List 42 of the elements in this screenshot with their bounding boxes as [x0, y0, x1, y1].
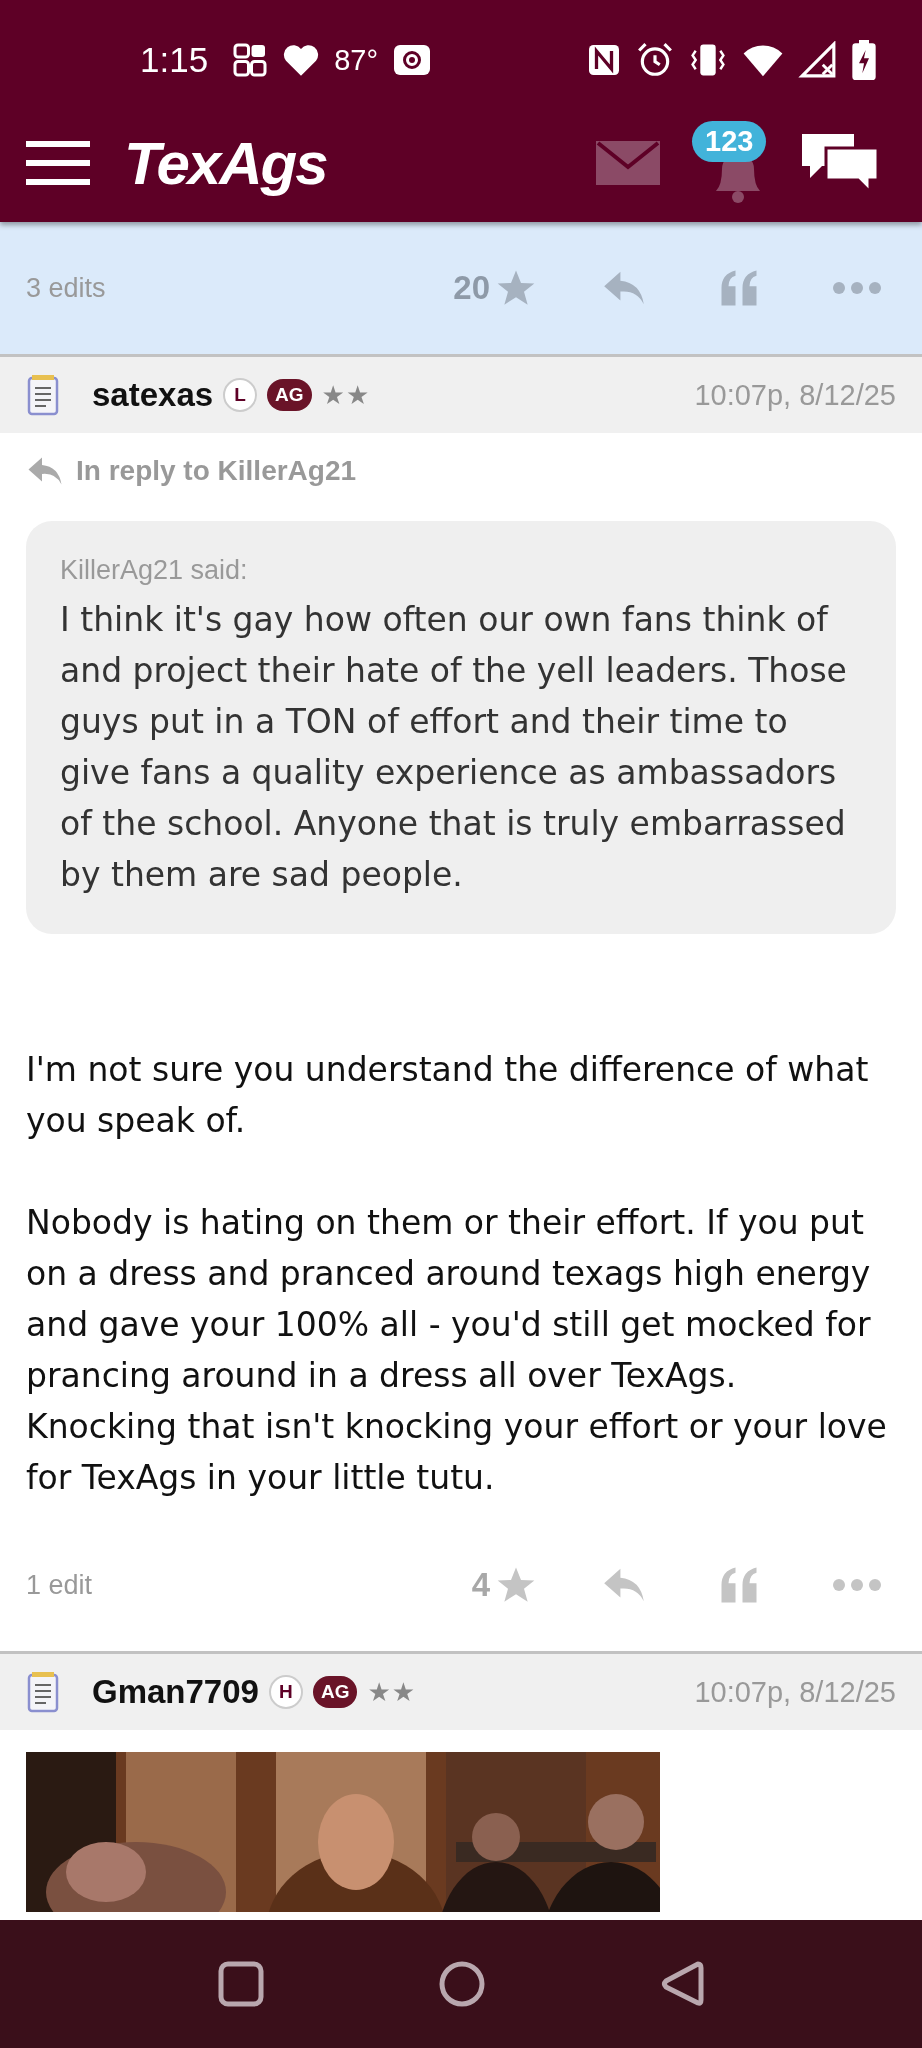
temperature: 87° [334, 43, 378, 77]
post-time: 10:07p, 8/12/25 [694, 1675, 896, 1709]
notepad-icon [26, 1671, 60, 1713]
school-badge: AG [267, 379, 312, 411]
edit-count[interactable]: 1 edit [26, 1569, 93, 1601]
reply-icon [26, 456, 64, 486]
more-icon[interactable] [832, 281, 882, 295]
site-logo[interactable]: TexAgs [124, 128, 327, 198]
mail-icon[interactable] [596, 141, 660, 185]
role-badge: H [268, 1675, 303, 1709]
edit-count[interactable]: 3 edits [26, 272, 106, 304]
rank-stars: ★★ [367, 1677, 417, 1707]
more-icon[interactable] [832, 1578, 882, 1592]
alarm-icon [636, 41, 674, 79]
reply-icon[interactable] [602, 1567, 646, 1603]
post-paragraph: Nobody is hating on them or their effort. If you put on a dress and pranced around texags high energy and gave your 100% all - you'd still get mocked for prancing around in a dress all over TexAgs. Knocking that isn't knocking your effort or your love for TexAgs in your little tutu. [26, 1202, 888, 1499]
post-paragraph: I'm not sure you understand the difference of what you speak of. [26, 1049, 870, 1142]
post-time: 10:07p, 8/12/25 [694, 378, 896, 412]
reply-icon[interactable] [602, 270, 646, 306]
rating-button[interactable]: 20 [453, 268, 536, 308]
rating-button[interactable]: 4 [471, 1565, 536, 1605]
notepad-icon [26, 374, 60, 416]
menu-icon[interactable] [26, 139, 90, 187]
reply-link[interactable]: In reply to KillerAg21 [76, 455, 357, 487]
home-icon[interactable] [438, 1960, 486, 2008]
signal-icon [798, 41, 838, 79]
role-badge: L [223, 378, 258, 412]
recent-apps-icon[interactable] [218, 1961, 264, 2007]
username[interactable]: satexas [92, 376, 214, 414]
nfc-icon [586, 42, 622, 78]
battery-icon [852, 40, 876, 80]
back-icon[interactable] [660, 1960, 704, 2008]
heart-icon [282, 42, 321, 78]
clock-time: 1:15 [140, 40, 209, 80]
notification-count: 123 [692, 121, 767, 162]
radio-icon [392, 42, 432, 78]
quote-author: KillerAg21 said: [60, 555, 249, 586]
rank-stars: ★★ [321, 380, 371, 410]
school-badge: AG [312, 1676, 358, 1708]
widgets-icon [232, 42, 269, 78]
username[interactable]: Gman7709 [92, 1673, 259, 1711]
quote-text: I think it's gay how often our own fans think of and project their hate of the yell leaders. Those guys put in a TON of effort and their time to give fans a quality experience as ambassadors of the school. Anyone that is truly embarrassed by them are sad people. [60, 599, 848, 896]
